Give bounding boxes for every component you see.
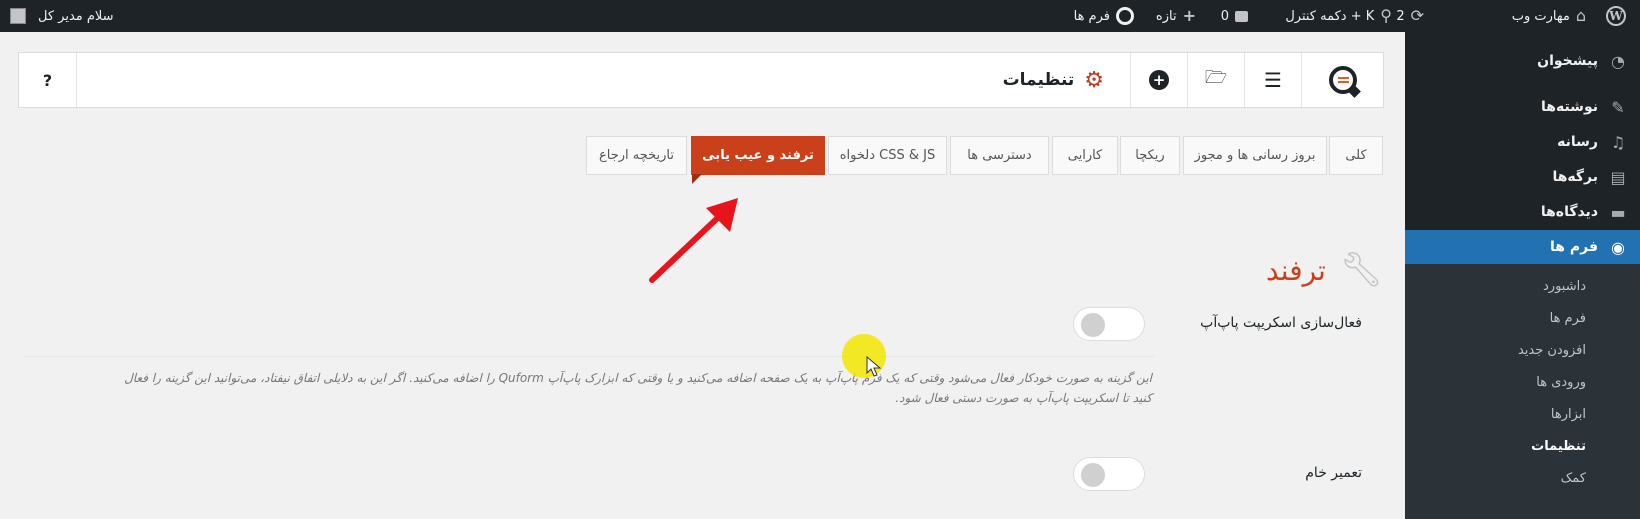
- menu-item-pages[interactable]: ▤ برگه‌ها: [1405, 160, 1640, 194]
- avatar: [10, 8, 26, 24]
- folder-open-icon: 🗁: [1204, 67, 1228, 88]
- keyboard-shortcut-label: دکمه کنترل + K: [1285, 8, 1375, 24]
- toggle-knob: [1081, 463, 1105, 487]
- quform-toolbar: ☰ 🗁 + ⚙ تنظیمات ?: [18, 52, 1384, 108]
- menu-item-dashboard[interactable]: ◔ پیشخوان: [1405, 44, 1640, 78]
- page-title: ⚙ تنظیمات: [1003, 53, 1104, 107]
- add-form-button[interactable]: +: [1130, 53, 1187, 107]
- popup-script-label: فعال‌سازی اسکریپت پاپ‌آپ: [1200, 315, 1362, 331]
- page-title-text: تنظیمات: [1002, 70, 1075, 90]
- menu-label: برگه‌ها: [1552, 169, 1598, 185]
- comments-link[interactable]: 0: [1221, 0, 1248, 32]
- site-name: مهارت وب: [1511, 8, 1570, 24]
- hamburger-icon: ☰: [1264, 68, 1282, 92]
- gear-icon: ⚙: [1084, 67, 1104, 93]
- quform-icon: ◉: [1611, 237, 1625, 257]
- help-icon: ?: [42, 70, 53, 90]
- menu-label: رسانه: [1557, 134, 1598, 150]
- menu-label: پیشخوان: [1537, 53, 1598, 69]
- comment-bubble-icon: [1235, 10, 1248, 22]
- submenu-item-tools[interactable]: ابزارها: [1405, 405, 1640, 425]
- admin-sidebar: ◔ پیشخوان ✎ نوشته‌ها ♫ رسانه ▤ برگه‌ها ▬…: [1397, 32, 1640, 519]
- menu-label: فرم ها: [1550, 239, 1598, 255]
- tab-updates-license[interactable]: بروز رسانی ها و مجوز: [1183, 136, 1327, 175]
- home-icon: ⌂: [1575, 6, 1586, 25]
- keyboard-shortcut-link[interactable]: دکمه کنترل + K ⚲: [1285, 0, 1392, 32]
- tab-custom-css-js[interactable]: CSS & JS دلخواه: [828, 136, 947, 175]
- quform-logo-icon: [1328, 66, 1357, 94]
- description-line: این گزینه به صورت خودکار فعال می‌شود وقت…: [124, 371, 1152, 385]
- annotation-arrow-icon: [649, 198, 738, 283]
- forms-label: فرم ها: [1073, 8, 1110, 24]
- tab-general[interactable]: کلی: [1329, 136, 1383, 175]
- wp-logo-icon[interactable]: W: [1606, 0, 1626, 32]
- pages-icon: ▤: [1610, 167, 1626, 187]
- forms-link[interactable]: فرم ها: [1074, 0, 1134, 32]
- wrench-icon: 🔧︎: [1339, 250, 1383, 290]
- submenu-item-settings[interactable]: تنظیمات: [1405, 437, 1640, 457]
- comments-icon: ▬: [1610, 202, 1626, 222]
- menu-item-posts[interactable]: ✎ نوشته‌ها: [1405, 90, 1640, 124]
- tab-permissions[interactable]: دسترسی ها: [950, 136, 1049, 175]
- site-name-link[interactable]: مهارت وب ⌂: [1512, 0, 1586, 32]
- dashboard-icon: ◔: [1611, 51, 1625, 71]
- plus-circle-icon: +: [1149, 70, 1169, 90]
- menu-item-comments[interactable]: ▬ دیدگاه‌ها: [1405, 195, 1640, 229]
- section-title: ترفند: [1266, 253, 1326, 287]
- media-icon: ♫: [1610, 132, 1626, 152]
- menu-item-media[interactable]: ♫ رسانه: [1405, 125, 1640, 159]
- menu-toggle-button[interactable]: ☰: [1244, 53, 1301, 107]
- tab-referral-history[interactable]: تاریخچه ارجاع: [586, 136, 687, 175]
- quform-logo-button[interactable]: [1301, 53, 1383, 107]
- menu-label: دیدگاه‌ها: [1540, 204, 1598, 220]
- submenu-item-help[interactable]: کمک: [1405, 469, 1640, 489]
- new-label: تازه: [1155, 8, 1177, 24]
- tab-performance[interactable]: کارایی: [1052, 136, 1118, 175]
- tab-recaptcha[interactable]: ریکچا: [1120, 136, 1180, 175]
- new-content-link[interactable]: تازه +: [1156, 0, 1196, 32]
- menu-label: نوشته‌ها: [1541, 99, 1598, 115]
- forms-submenu: داشبورد فرم ها افزودن جدید ورودی ها ابزا…: [1405, 264, 1640, 519]
- admin-bar: W مهارت وب ⌂ 2 ⟳ دکمه کنترل + K ⚲ 0 تازه…: [0, 0, 1640, 32]
- pin-icon: ✎: [1611, 97, 1625, 117]
- divider: [24, 356, 1154, 357]
- mouse-pointer-icon: [866, 356, 882, 377]
- submenu-item-dashboard[interactable]: داشبورد: [1405, 277, 1640, 297]
- greeting: سلام مدیر کل: [38, 8, 114, 24]
- raw-fix-label: تعمیر خام: [1305, 465, 1362, 481]
- toggle-knob: [1081, 313, 1105, 337]
- submenu-item-forms[interactable]: فرم ها: [1405, 309, 1640, 329]
- refresh-icon: ⟳: [1410, 6, 1424, 25]
- popup-script-toggle[interactable]: [1073, 307, 1145, 341]
- help-button[interactable]: ?: [19, 53, 77, 107]
- description-line: کنید تا اسکریپت پاپ‌آپ به صورت دستی فعال…: [895, 391, 1152, 405]
- plus-icon: +: [1182, 6, 1196, 25]
- submenu-item-add-new[interactable]: افزودن جدید: [1405, 341, 1640, 361]
- updates-count: 2: [1396, 8, 1405, 24]
- menu-item-forms[interactable]: ◉ فرم ها: [1397, 230, 1640, 264]
- updates-link[interactable]: 2 ⟳: [1396, 0, 1424, 32]
- section-heading: 🔧︎ ترفند: [1266, 250, 1383, 290]
- search-icon: ⚲: [1380, 6, 1392, 25]
- tab-tweaks-troubleshooting[interactable]: ترفند و عیب یابی: [691, 136, 825, 184]
- submenu-item-entries[interactable]: ورودی ها: [1405, 373, 1640, 393]
- comments-count: 0: [1220, 8, 1229, 24]
- quform-icon: [1116, 7, 1134, 25]
- account-menu[interactable]: سلام مدیر کل: [10, 0, 114, 32]
- raw-fix-toggle[interactable]: [1073, 457, 1145, 491]
- open-forms-button[interactable]: 🗁: [1187, 53, 1244, 107]
- popup-script-description: این گزینه به صورت خودکار فعال می‌شود وقت…: [24, 368, 1152, 408]
